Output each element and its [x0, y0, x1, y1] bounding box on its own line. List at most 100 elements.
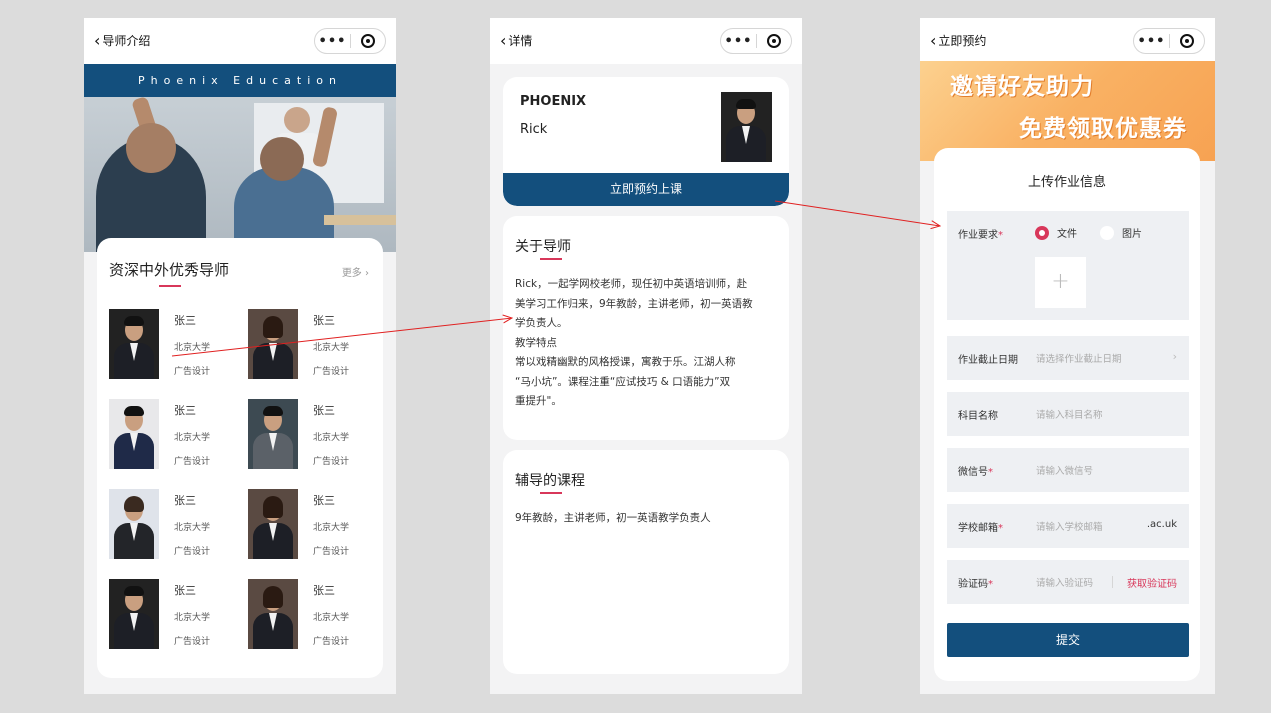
teacher-name: 张三 [313, 494, 335, 507]
banner-line1: 邀请好友助力 [950, 74, 1094, 100]
get-code-button[interactable]: 获取验证码 [1127, 575, 1177, 590]
section-title: 资深中外优秀导师 [109, 261, 230, 279]
book-class-button[interactable]: 立即预约上课 [503, 173, 789, 206]
about-line: 美学习工作归来，9年教龄，主讲老师，初一英语教 [515, 297, 753, 310]
about-line: 教学特点 [515, 336, 557, 349]
homework-requirement-row: 作业要求* 文件 图片 + [947, 211, 1189, 320]
brand-bar: Phoenix Education [84, 64, 396, 97]
courses-text: 9年教龄，主讲老师，初一英语教学负责人 [515, 512, 711, 524]
teacher-school: 北京大学 [313, 613, 350, 623]
about-title: 关于导师 [515, 239, 571, 255]
close-miniprogram-icon[interactable] [757, 34, 791, 48]
nav-bar: ‹ 导师介绍 ••• [84, 18, 396, 64]
email-label-text: 学校邮箱 [958, 523, 998, 534]
back-button[interactable]: ‹ 详情 [500, 32, 532, 49]
email-suffix: .ac.uk [1146, 519, 1177, 530]
nav-title: 导师介绍 [102, 34, 151, 48]
deadline-label: 作业截止日期 [958, 355, 1018, 366]
radio-file-label: 文件 [1057, 229, 1077, 240]
homework-form: 上传作业信息 作业要求* 文件 图片 + 作业截止日期 请选择作业截止日期 › … [934, 148, 1200, 681]
back-button[interactable]: ‹ 导师介绍 [94, 32, 150, 49]
teacher-name: 张三 [174, 314, 196, 327]
submit-button[interactable]: 提交 [947, 623, 1189, 657]
radio-image-label: 图片 [1122, 229, 1142, 240]
teacher-major: 广告设计 [174, 457, 211, 467]
more-menu-icon[interactable]: ••• [1134, 35, 1169, 48]
about-line: Rick，一起学网校老师，现任初中英语培训师，赴 [515, 278, 748, 290]
code-row: 验证码* 请输入验证码 获取验证码 [947, 560, 1189, 604]
teacher-avatar [109, 399, 159, 469]
radio-checked-icon [1035, 225, 1049, 240]
teacher-list-card: 资深中外优秀导师 更多 › 张三 北京大学 广告设计 张三 北京大学 广告设计 … [97, 238, 383, 678]
email-label: 学校邮箱* [958, 519, 1003, 534]
teacher-profile-card: PHOENIX Rick 立即预约上课 [503, 77, 789, 206]
radio-image[interactable]: 图片 [1100, 225, 1142, 240]
wechat-label-text: 微信号 [958, 467, 988, 478]
promo-banner[interactable]: 邀请好友助力 免费领取优惠券 [920, 61, 1215, 161]
close-miniprogram-icon[interactable] [1170, 34, 1204, 48]
brand-name: PHOENIX [520, 94, 587, 109]
teacher-avatar [248, 489, 298, 559]
chevron-right-icon: › [1172, 350, 1177, 363]
back-button[interactable]: ‹ 立即预约 [930, 32, 986, 49]
classroom-hero-image [84, 97, 396, 252]
courses-card: 辅导的课程 9年教龄，主讲老师，初一英语教学负责人 [503, 450, 789, 674]
teacher-major: 广告设计 [174, 367, 211, 377]
title-underline [540, 492, 562, 494]
wechat-input[interactable]: 请输入微信号 [1036, 463, 1093, 477]
email-input[interactable]: 请输入学校邮箱 [1036, 519, 1103, 533]
teacher-major: 广告设计 [313, 457, 350, 467]
teacher-avatar [248, 399, 298, 469]
more-menu-icon[interactable]: ••• [721, 35, 756, 48]
teacher-major: 广告设计 [313, 637, 350, 647]
chevron-left-icon: ‹ [500, 30, 507, 50]
teacher-name: 张三 [313, 404, 335, 417]
mini-program-capsule: ••• [720, 28, 792, 54]
teacher-school: 北京大学 [174, 523, 211, 533]
teacher-list-screen: ‹ 导师介绍 ••• Phoenix Education 资深中外优秀导师 更多… [84, 18, 396, 694]
code-divider [1112, 576, 1113, 588]
chevron-left-icon: ‹ [930, 30, 937, 50]
teacher-avatar [721, 92, 772, 162]
homework-label: 作业要求* [958, 226, 1003, 241]
homework-label-text: 作业要求 [958, 230, 998, 241]
teacher-avatar [248, 309, 298, 379]
courses-title: 辅导的课程 [515, 473, 585, 489]
teacher-major: 广告设计 [313, 547, 350, 557]
mini-program-capsule: ••• [314, 28, 386, 54]
nav-title: 详情 [508, 34, 533, 48]
wechat-label: 微信号* [958, 463, 993, 478]
more-menu-icon[interactable]: ••• [315, 35, 350, 48]
teacher-name: 张三 [174, 494, 196, 507]
deadline-picker[interactable]: 请选择作业截止日期 [1036, 351, 1122, 365]
teacher-name: 张三 [174, 584, 196, 597]
radio-file[interactable]: 文件 [1035, 225, 1077, 240]
mini-program-capsule: ••• [1133, 28, 1205, 54]
deadline-row[interactable]: 作业截止日期 请选择作业截止日期 › [947, 336, 1189, 380]
teacher-avatar [109, 579, 159, 649]
more-link[interactable]: 更多 › [342, 264, 369, 279]
teacher-name: 张三 [174, 404, 196, 417]
teacher-school: 北京大学 [313, 433, 350, 443]
booking-form-screen: ‹ 立即预约 ••• 邀请好友助力 免费领取优惠券 上传作业信息 作业要求* 文… [920, 18, 1215, 694]
code-label: 验证码* [958, 575, 993, 590]
teacher-school: 北京大学 [313, 523, 350, 533]
subject-input[interactable]: 请输入科目名称 [1036, 407, 1103, 421]
teacher-school: 北京大学 [313, 343, 350, 353]
upload-button[interactable]: + [1035, 257, 1086, 308]
title-underline [159, 285, 181, 287]
teacher-major: 广告设计 [174, 637, 211, 647]
teacher-detail-screen: ‹ 详情 ••• PHOENIX Rick 立即预约上课 关于导师 Rick，一… [490, 18, 802, 694]
teacher-avatar [109, 489, 159, 559]
about-line: 学负责人。 [515, 317, 568, 329]
teacher-name: 张三 [313, 314, 335, 327]
teacher-avatar [248, 579, 298, 649]
close-miniprogram-icon[interactable] [351, 34, 385, 48]
teacher-name: 张三 [313, 584, 335, 597]
wechat-row: 微信号* 请输入微信号 [947, 448, 1189, 492]
code-input[interactable]: 请输入验证码 [1036, 575, 1093, 589]
chevron-left-icon: ‹ [94, 30, 101, 50]
code-label-text: 验证码 [958, 579, 988, 590]
required-mark: * [988, 467, 993, 478]
nav-title: 立即预约 [938, 34, 987, 48]
